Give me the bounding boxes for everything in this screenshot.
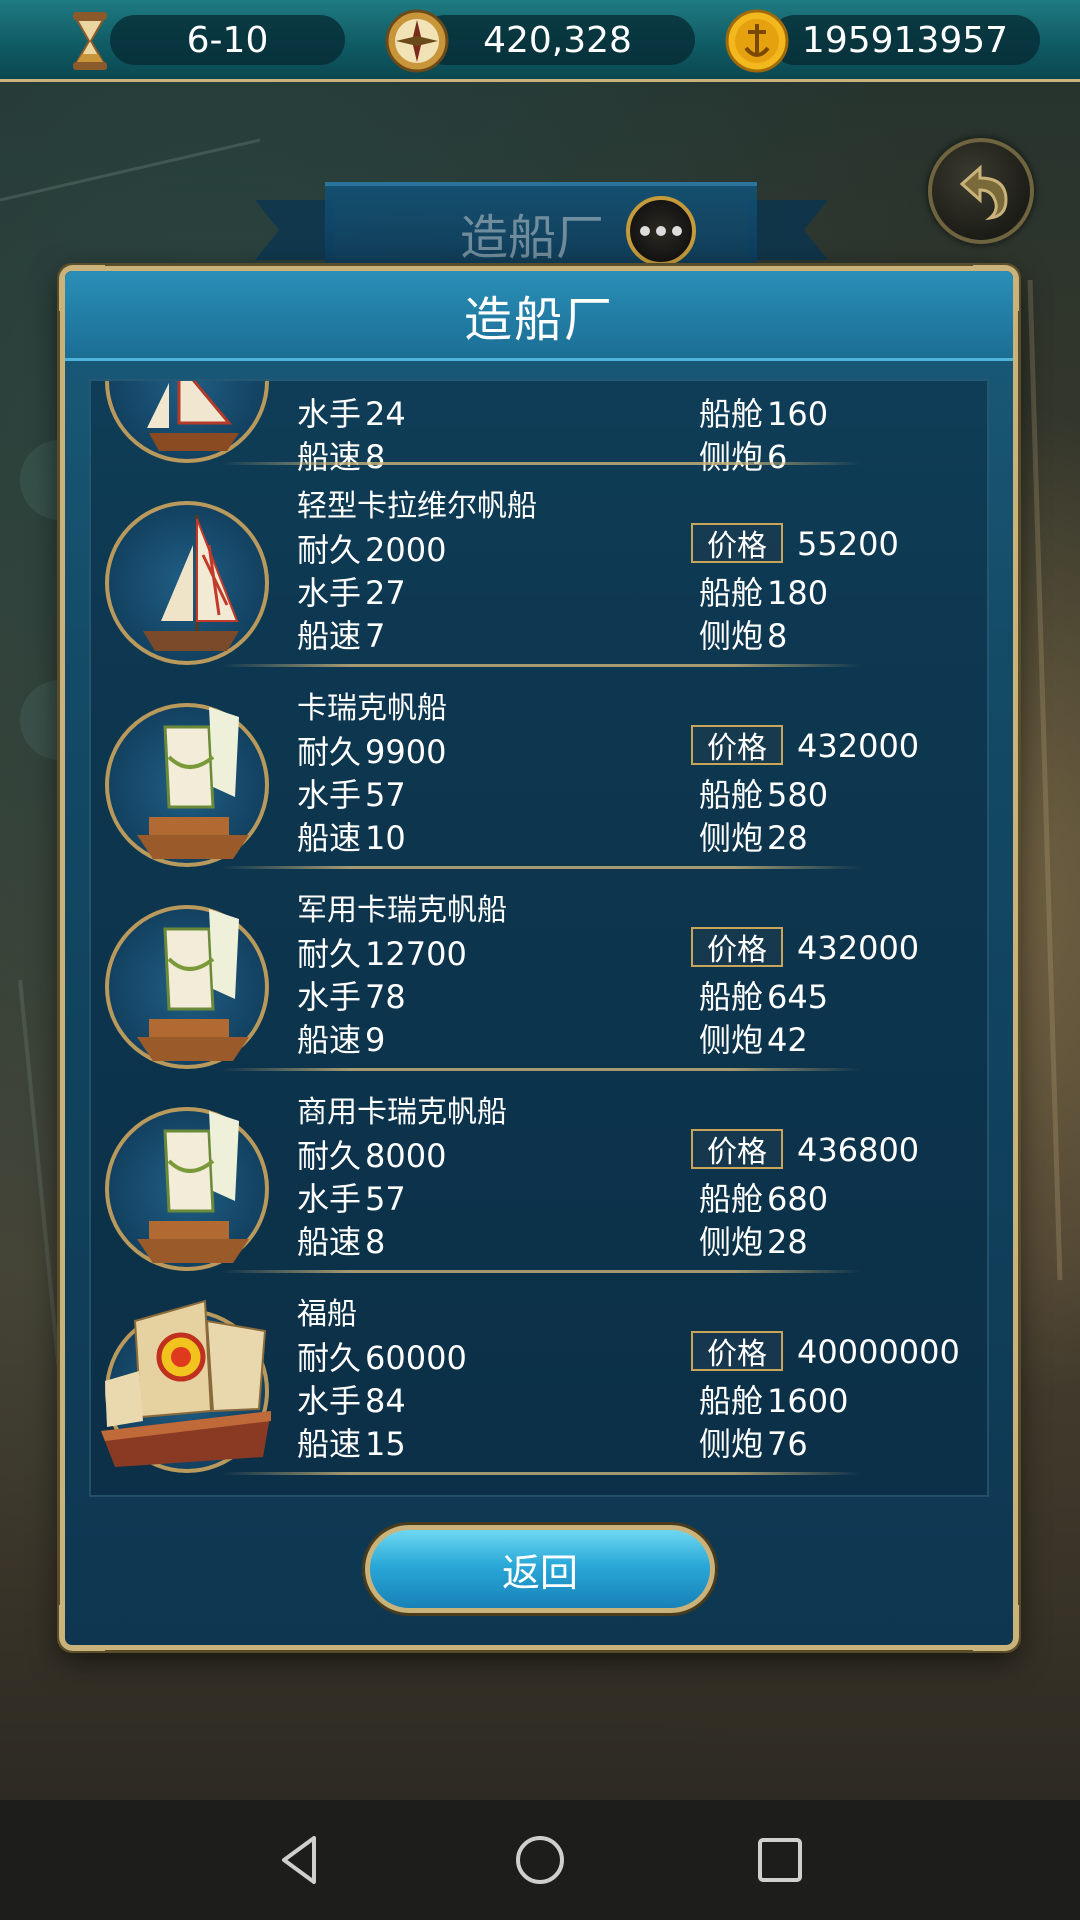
shipyard-dialog: 造船厂 水手 24 船舱 160 船速 8 侧炮 6 轻型卡拉维尔帆船 耐久 2… <box>59 265 1019 1651</box>
crew-value: 84 <box>365 1382 406 1420</box>
compass-value: 420,328 <box>483 19 632 61</box>
price-value: 432000 <box>797 727 920 765</box>
turn-display: 6-10 <box>110 15 345 65</box>
cannon-value: 76 <box>767 1425 808 1463</box>
return-button-label: 返回 <box>501 1550 578 1595</box>
gold-coin-icon <box>725 9 789 73</box>
nav-home-icon[interactable] <box>510 1830 570 1890</box>
price-label: 价格 <box>691 1331 783 1372</box>
cannon-value: 42 <box>767 1021 808 1059</box>
back-arrow-icon <box>959 164 1008 221</box>
fuchuan-junk-icon <box>101 1299 271 1467</box>
return-button[interactable]: 返回 <box>365 1525 715 1613</box>
cabin-value: 580 <box>767 776 829 814</box>
ship-name: 军用卡瑞克帆船 <box>297 893 507 928</box>
compass-display: 420,328 <box>420 15 695 65</box>
ship-row[interactable]: 卡瑞克帆船 耐久 9900 价格 432000 水手 57 船舱 580 船速 10 侧… <box>91 673 987 873</box>
speed-value: 9 <box>365 1021 386 1059</box>
war-carrack-icon <box>137 909 249 1061</box>
ship-row[interactable]: 军用卡瑞克帆船 耐久 12700 价格 432000 水手 78 船舱 645 船速 9… <box>91 875 987 1075</box>
system-nav-bar <box>0 1800 1080 1920</box>
speed-value: 15 <box>365 1425 406 1463</box>
ship-icon <box>101 1299 271 1473</box>
gold-display: 195913957 <box>770 15 1040 65</box>
durability-value: 8000 <box>365 1137 447 1175</box>
ship-name: 福船 <box>297 1297 357 1332</box>
ship-list[interactable]: 水手 24 船舱 160 船速 8 侧炮 6 轻型卡拉维尔帆船 耐久 2000 价格 55… <box>89 379 989 1497</box>
durability-value: 12700 <box>365 935 467 973</box>
cabin-value: 1600 <box>767 1382 849 1420</box>
crew-value: 57 <box>365 1180 406 1218</box>
speed-value: 7 <box>365 617 386 655</box>
ship-icon <box>105 501 269 665</box>
crew-value: 24 <box>365 395 406 433</box>
nav-recents-icon[interactable] <box>750 1830 810 1890</box>
crew-value: 57 <box>365 776 406 814</box>
ship-icon <box>105 905 269 1069</box>
merchant-carrack-icon <box>137 1111 249 1263</box>
nav-back-icon[interactable] <box>270 1830 330 1890</box>
compass-icon <box>385 9 449 73</box>
gold-value: 195913957 <box>801 19 1009 61</box>
price-value: 436800 <box>797 1131 920 1169</box>
price-label: 价格 <box>691 927 783 968</box>
ship-row[interactable]: 水手 24 船舱 160 船速 8 侧炮 6 <box>91 381 987 476</box>
ship-name: 卡瑞克帆船 <box>297 691 447 726</box>
hourglass-icon <box>73 12 107 70</box>
ship-name: 商用卡瑞克帆船 <box>297 1095 507 1130</box>
back-arrow-button[interactable] <box>928 138 1034 244</box>
ship-icon <box>105 1107 269 1271</box>
cabin-value: 160 <box>767 395 829 433</box>
cabin-value: 180 <box>767 574 829 612</box>
ship-row[interactable]: 福船 耐久 60000 价格 40000000 水手 84 船舱 1600 船速 15 … <box>91 1279 987 1479</box>
cannon-value: 8 <box>767 617 788 655</box>
durability-value: 2000 <box>365 531 447 569</box>
cannon-value: 28 <box>767 819 808 857</box>
dialog-header: 造船厂 <box>65 271 1013 361</box>
price-label: 价格 <box>691 523 783 564</box>
cannon-value: 28 <box>767 1223 808 1261</box>
price-label: 价格 <box>691 1129 783 1170</box>
carrack-icon <box>137 707 249 859</box>
price-value: 432000 <box>797 929 920 967</box>
light-caravel-icon <box>143 515 239 651</box>
dialog-title: 造船厂 <box>463 291 614 348</box>
durability-value: 60000 <box>365 1339 467 1377</box>
durability-value: 9900 <box>365 733 447 771</box>
resource-bar: 6-10 420,328 195913957 <box>0 0 1080 82</box>
price-value: 55200 <box>797 525 899 563</box>
crew-value: 27 <box>365 574 406 612</box>
ship-icon <box>105 703 269 867</box>
cabin-value: 645 <box>767 978 829 1016</box>
caravel-icon <box>147 381 239 451</box>
ship-row[interactable]: 轻型卡拉维尔帆船 耐久 2000 价格 55200 水手 27 船舱 180 船速 7 … <box>91 471 987 671</box>
speed-value: 10 <box>365 819 406 857</box>
background-title: 造船厂 <box>460 210 605 266</box>
chat-button[interactable] <box>626 196 696 266</box>
ship-icon <box>105 381 269 463</box>
chat-icon <box>640 226 650 236</box>
ship-row[interactable]: 商用卡瑞克帆船 耐久 8000 价格 436800 水手 57 船舱 680 船速 8 … <box>91 1077 987 1277</box>
crew-value: 78 <box>365 978 406 1016</box>
turn-value: 6-10 <box>186 19 269 61</box>
ship-name: 轻型卡拉维尔帆船 <box>297 489 537 524</box>
price-label: 价格 <box>691 725 783 766</box>
speed-value: 8 <box>365 1223 386 1261</box>
cabin-value: 680 <box>767 1180 829 1218</box>
price-value: 40000000 <box>797 1333 960 1371</box>
